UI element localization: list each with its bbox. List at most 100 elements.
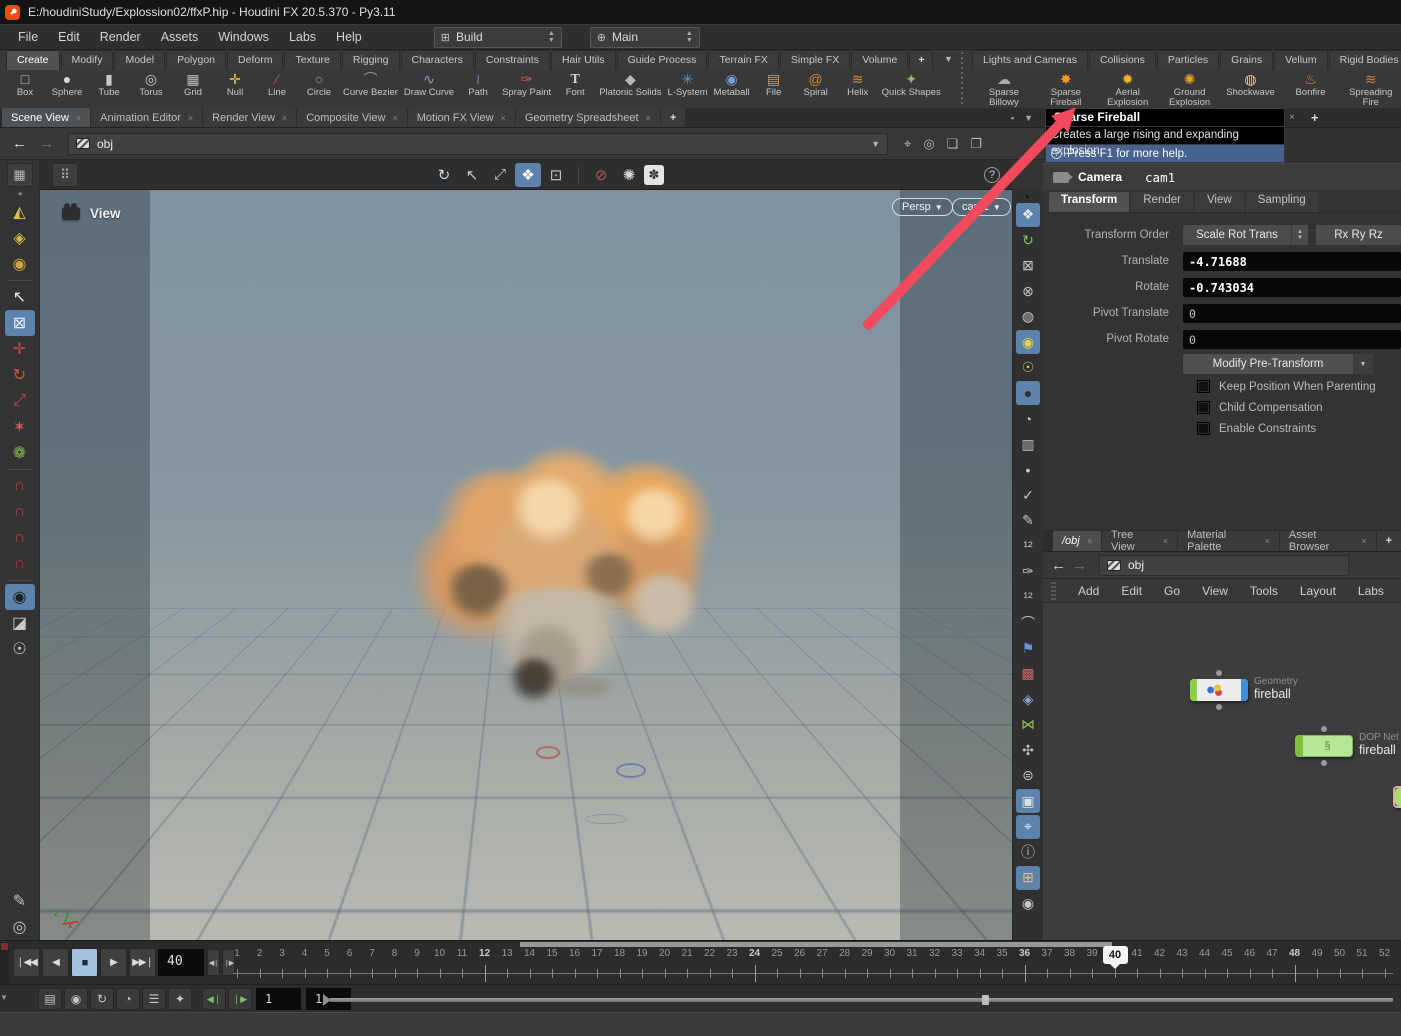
- display-info-icon[interactable]: ⓘ: [1016, 840, 1040, 864]
- select-mode-icon[interactable]: ↖: [459, 163, 485, 187]
- node-geometry-fireball[interactable]: Geometryfireball: [1190, 679, 1248, 701]
- prim-numbers-icon[interactable]: ¹²: [1016, 585, 1040, 609]
- pose-tool-icon[interactable]: ✶: [5, 414, 35, 440]
- snapshot-view-icon[interactable]: ◉: [1016, 891, 1040, 915]
- playbar-edge-icon[interactable]: ▼: [0, 993, 8, 1002]
- close-tab-icon[interactable]: ×: [282, 113, 287, 123]
- shelf-tab-rigid-bodies[interactable]: Rigid Bodies: [1329, 50, 1401, 70]
- shelf-tool-helix[interactable]: ≋Helix: [837, 70, 879, 98]
- close-tab-icon[interactable]: ×: [1087, 536, 1092, 546]
- rotate-order-dropdown[interactable]: Rx Ry Rz: [1316, 225, 1401, 245]
- network-menu-help[interactable]: Help: [1395, 584, 1401, 598]
- shelf-tab-create[interactable]: Create: [6, 50, 60, 70]
- headlight-icon[interactable]: ◉: [1016, 330, 1040, 354]
- network-menu-go[interactable]: Go: [1153, 584, 1191, 598]
- menu-assets[interactable]: Assets: [151, 28, 209, 46]
- close-tab-icon[interactable]: ×: [188, 113, 193, 123]
- keep-position-when-parenting-checkbox[interactable]: [1197, 380, 1210, 393]
- point-normals-icon[interactable]: ✎: [1016, 509, 1040, 533]
- parameter-tab-transform[interactable]: Transform: [1049, 192, 1129, 212]
- menu-file[interactable]: File: [8, 28, 48, 46]
- frame-ruler[interactable]: 1234567891011121314151617181920212223242…: [233, 943, 1401, 985]
- shelf-tab-collisions[interactable]: Collisions: [1089, 50, 1156, 70]
- network-path-field[interactable]: obj: [1099, 555, 1349, 576]
- select-visible-icon[interactable]: ◉: [5, 251, 35, 277]
- shelf-tab-hair-utils[interactable]: Hair Utils: [551, 50, 616, 70]
- new-pane-tab-button[interactable]: +: [661, 108, 685, 127]
- shelf-tab-deform[interactable]: Deform: [227, 50, 283, 70]
- rotate-tool-icon[interactable]: ↻: [5, 362, 35, 388]
- audio-options-icon[interactable]: ◉: [64, 988, 88, 1010]
- disable-lighting-icon[interactable]: ⊗: [1016, 279, 1040, 303]
- back-arrow-icon[interactable]: ←: [1051, 557, 1066, 574]
- xray-icon[interactable]: ◈: [1016, 687, 1040, 711]
- shelf-tool-spiral[interactable]: @Spiral: [795, 70, 837, 98]
- shelf-divider[interactable]: [959, 52, 965, 106]
- field-guides-icon[interactable]: ⊜: [1016, 764, 1040, 788]
- flipbook-render-icon[interactable]: ✺: [616, 163, 642, 187]
- main-selector[interactable]: ⊕ Main ▲▼: [590, 27, 700, 48]
- shelf-tool-font[interactable]: TFont: [554, 70, 596, 98]
- shelf-tool-spray-paint[interactable]: ✑Spray Paint: [499, 70, 554, 98]
- network-menu-layout[interactable]: Layout: [1289, 584, 1347, 598]
- shelf-tool-path[interactable]: ≀Path: [457, 70, 499, 98]
- close-tab-icon[interactable]: ×: [646, 113, 651, 123]
- network-tab-tree-view[interactable]: Tree View×: [1102, 531, 1177, 551]
- ghost-objects-icon[interactable]: ⋈: [1016, 713, 1040, 737]
- play-reverse-button[interactable]: ◀: [42, 948, 69, 977]
- pane-tab-geometry-spreadsheet[interactable]: Geometry Spreadsheet×: [516, 108, 660, 127]
- close-tab-icon[interactable]: ×: [76, 113, 81, 123]
- range-slider-handle[interactable]: [982, 995, 989, 1005]
- network-canvas[interactable]: Geometryfireball§DOP Netfireball: [1043, 603, 1401, 940]
- menu-edit[interactable]: Edit: [48, 28, 90, 46]
- close-tab-icon[interactable]: ×: [1289, 112, 1295, 123]
- shelf-tab-grains[interactable]: Grains: [1220, 50, 1273, 70]
- node-name-label[interactable]: fireball: [1254, 688, 1298, 700]
- previous-frame-button[interactable]: ◀❘: [207, 949, 220, 976]
- shelf-tool-box[interactable]: □Box: [4, 70, 46, 98]
- rotate-field[interactable]: -0.743034: [1183, 278, 1401, 297]
- view-mode-icon[interactable]: ↻: [431, 163, 457, 187]
- flipbook-reel-icon[interactable]: ◎: [5, 914, 35, 940]
- jump-to-end-button[interactable]: ▶▶❘: [129, 948, 156, 977]
- shadows-icon[interactable]: ●: [1016, 381, 1040, 405]
- current-frame-field[interactable]: 40: [158, 949, 204, 976]
- shelf-tool-metaball[interactable]: ◉Metaball: [711, 70, 753, 98]
- display-options-icon[interactable]: ✽: [644, 165, 664, 185]
- auto-update-icon[interactable]: ↻: [1016, 228, 1040, 252]
- pose-mode-icon[interactable]: ❖: [515, 163, 541, 187]
- overflow-arrow-icon[interactable]: ▸: [1016, 191, 1040, 201]
- render-view-icon[interactable]: ☉: [5, 636, 35, 662]
- shelf-tool-sphere[interactable]: ●Sphere: [46, 70, 88, 98]
- menu-render[interactable]: Render: [90, 28, 151, 46]
- menu-help[interactable]: Help: [326, 28, 372, 46]
- desktop-spinner-icon[interactable]: ▲▼: [548, 30, 555, 44]
- snap-combo-icon[interactable]: ∩: [5, 551, 35, 577]
- take-snapshot-icon[interactable]: ✎: [5, 888, 35, 914]
- shelf-tool-file[interactable]: ▤File: [753, 70, 795, 98]
- snapshot-a-icon[interactable]: ❏: [947, 136, 959, 152]
- shelf-tool-torus[interactable]: ◎Torus: [130, 70, 172, 98]
- range-prev-button[interactable]: ◀❘: [202, 988, 226, 1010]
- background-image-icon[interactable]: ▣: [1016, 789, 1040, 813]
- new-pane-tab-button[interactable]: +: [1311, 110, 1319, 125]
- transform-order-dropdown[interactable]: Scale Rot Trans: [1183, 225, 1291, 245]
- shelf-add-tab-button[interactable]: +: [909, 50, 933, 70]
- pane-tab-scene-view[interactable]: Scene View×: [2, 108, 90, 127]
- pin-pane-icon[interactable]: ⌖: [904, 136, 911, 152]
- keyframe-options-icon[interactable]: ✦: [168, 988, 192, 1010]
- network-menu-edit[interactable]: Edit: [1110, 584, 1153, 598]
- node-input-dot[interactable]: [1321, 726, 1327, 732]
- uv-overlap-icon[interactable]: ▩: [1016, 662, 1040, 686]
- shelf-tool-spreading-fire[interactable]: ≋Spreading Fire: [1341, 70, 1401, 108]
- render-region-icon[interactable]: ◪: [5, 610, 35, 636]
- network-tab-obj[interactable]: /obj×: [1053, 531, 1101, 551]
- reflections-icon[interactable]: ◔: [1016, 407, 1040, 431]
- handles-mode-icon[interactable]: ⤢: [487, 163, 513, 187]
- close-tab-icon[interactable]: ×: [1163, 536, 1168, 546]
- network-menu-view[interactable]: View: [1191, 584, 1239, 598]
- close-tab-icon[interactable]: ×: [392, 113, 397, 123]
- point-numbers-icon[interactable]: ¹²: [1016, 534, 1040, 558]
- shelf-tab-texture[interactable]: Texture: [284, 50, 340, 70]
- wind-display-icon[interactable]: ✣: [1016, 738, 1040, 762]
